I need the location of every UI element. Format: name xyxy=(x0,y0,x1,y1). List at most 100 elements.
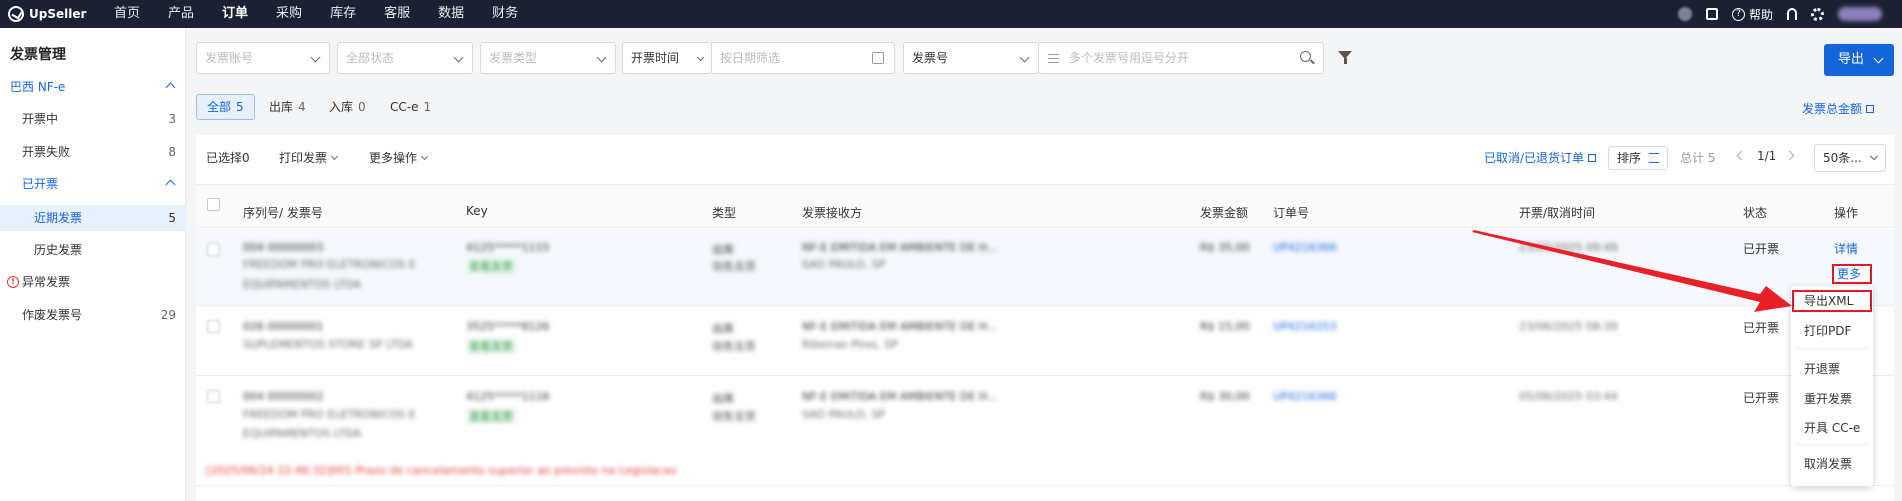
chevron-down-icon xyxy=(596,52,607,63)
sidebar-item-recent-invoices[interactable]: 近期发票 5 xyxy=(0,205,186,231)
issuer-company: SUPLEMENTOS STORE SP LTDA xyxy=(243,338,413,351)
nav-item-finance[interactable]: 财务 xyxy=(478,0,532,28)
sidebar: 发票管理 巴西 NF-e 开票中 3 开票失败 8 已开票 近期发票 5 历史发… xyxy=(0,28,186,501)
order-number-link[interactable]: UP4216253 xyxy=(1273,320,1337,333)
search-field-value: 发票号 xyxy=(912,51,949,65)
order-number-link[interactable]: UP4216366 xyxy=(1273,390,1337,403)
bell-icon[interactable] xyxy=(1787,8,1797,20)
account-select[interactable]: 发票账号 xyxy=(196,42,330,74)
column-header-actions: 操作 xyxy=(1834,206,1859,220)
print-invoice-dropdown[interactable]: 打印发票 xyxy=(279,149,339,166)
date-placeholder: 按日期筛选 xyxy=(720,51,781,65)
search-icon[interactable] xyxy=(1300,51,1311,62)
sidebar-item-count: 8 xyxy=(168,145,176,159)
sort-label: 排序 xyxy=(1617,151,1642,165)
row-checkbox[interactable] xyxy=(207,390,220,403)
tab-label: 出库 xyxy=(269,100,294,114)
issuer-company-line2: EQUIPAMENTOS LTDA xyxy=(243,278,362,291)
cancelled-orders-link[interactable]: 已取消/已退货订单 xyxy=(1484,149,1597,166)
sidebar-item-failed[interactable]: 开票失败 8 xyxy=(0,139,186,165)
time-type-select[interactable]: 开票时间 xyxy=(622,42,712,74)
detail-link[interactable]: 详情 xyxy=(1834,240,1858,257)
menu-item-cancel-invoice[interactable]: 取消发票 xyxy=(1791,453,1873,475)
order-number-link[interactable]: UP4216366 xyxy=(1273,241,1337,254)
issuer-company: FREEDOM PRO ELETRONICOS E xyxy=(243,408,416,421)
nav-item-orders[interactable]: 订单 xyxy=(208,0,262,28)
date-range-input[interactable]: 按日期筛选 xyxy=(711,42,895,74)
account-placeholder: 发票账号 xyxy=(205,51,254,65)
chevron-up-icon xyxy=(165,179,176,190)
nav-item-purchase[interactable]: 采购 xyxy=(262,0,316,28)
search-field-select[interactable]: 发票号 xyxy=(903,42,1039,74)
menu-item-return-invoice[interactable]: 开退票 xyxy=(1791,358,1873,380)
more-actions-button[interactable]: 更多 xyxy=(1832,264,1872,293)
status-select[interactable]: 全部状态 xyxy=(337,42,473,74)
more-operations-dropdown[interactable]: 更多操作 xyxy=(369,149,429,166)
tab-all[interactable]: 全部 5 xyxy=(196,94,255,120)
menu-item-print-pdf[interactable]: 打印PDF xyxy=(1791,320,1873,342)
chevron-down-icon xyxy=(696,53,705,62)
invoice-amount: R$ 30,00 xyxy=(1200,390,1250,403)
apps-grid-icon[interactable] xyxy=(1705,8,1718,20)
total-amount-link[interactable]: 发票总金额 xyxy=(1802,100,1875,117)
column-header-type: 类型 xyxy=(712,206,737,220)
sidebar-item-issuing[interactable]: 开票中 3 xyxy=(0,106,186,132)
sidebar-item-voided[interactable]: 作废发票号 29 xyxy=(0,302,186,328)
page-size-select[interactable]: 50条... xyxy=(1814,144,1886,172)
sidebar-group-brazil-nfe[interactable]: 巴西 NF-e xyxy=(0,74,186,100)
nav-item-data[interactable]: 数据 xyxy=(424,0,478,28)
annotation-arrow xyxy=(1472,230,1792,312)
menu-divider xyxy=(1797,444,1867,445)
export-button[interactable]: 导出 xyxy=(1824,44,1894,76)
sidebar-item-label: 开票中 xyxy=(22,112,59,126)
row-checkbox[interactable] xyxy=(207,243,220,256)
tab-inbound[interactable]: 入库 0 xyxy=(318,94,377,120)
nav-item-customer-service[interactable]: 客服 xyxy=(370,0,424,28)
menu-item-export-xml[interactable]: 导出XML xyxy=(1792,290,1872,312)
sidebar-item-label: 作废发票号 xyxy=(22,308,83,322)
sidebar-item-count: 5 xyxy=(168,211,176,225)
help-button[interactable]: ? 帮助 xyxy=(1731,6,1773,23)
sidebar-item-count: 29 xyxy=(160,308,176,322)
nav-item-products[interactable]: 产品 xyxy=(154,0,208,28)
menu-item-reissue-invoice[interactable]: 重开发票 xyxy=(1791,388,1873,410)
tab-count: 1 xyxy=(423,100,432,114)
column-header-time: 开票/取消时间 xyxy=(1519,206,1596,220)
more-ops-label: 更多操作 xyxy=(369,151,418,165)
filter-funnel-icon[interactable] xyxy=(1338,51,1352,64)
invoice-type-select[interactable]: 发票类型 xyxy=(480,42,616,74)
gear-icon[interactable] xyxy=(1811,7,1824,21)
user-account-menu[interactable] xyxy=(1838,7,1882,21)
sort-button[interactable]: 排序 xyxy=(1608,146,1668,170)
page-indicator: 1/1 xyxy=(1757,149,1777,163)
sidebar-item-abnormal[interactable]: ! 异常发票 xyxy=(0,269,186,295)
menu-divider xyxy=(1797,348,1867,349)
column-header-amount: 发票金额 xyxy=(1200,206,1249,220)
cancelled-orders-label: 已取消/已退货订单 xyxy=(1484,151,1585,165)
upseller-logo-icon xyxy=(8,6,24,22)
sidebar-item-label: 异常发票 xyxy=(22,275,71,289)
sidebar-item-history-invoices[interactable]: 历史发票 xyxy=(0,237,186,263)
row-checkbox[interactable] xyxy=(207,320,220,333)
sidebar-item-label: 开票失败 xyxy=(22,145,71,159)
help-label: 帮助 xyxy=(1748,7,1773,22)
invoice-type: 出库 xyxy=(712,392,734,405)
sidebar-group-label: 已开票 xyxy=(22,177,59,191)
tab-count: 5 xyxy=(236,100,244,114)
select-all-checkbox[interactable] xyxy=(207,198,220,211)
nav-item-home[interactable]: 首页 xyxy=(100,0,154,28)
sidebar-group-issued[interactable]: 已开票 xyxy=(0,171,186,197)
external-link-icon xyxy=(1866,105,1875,113)
total-amount-label: 发票总金额 xyxy=(1802,102,1863,116)
shop-avatar-icon[interactable] xyxy=(1677,7,1692,21)
menu-item-issue-cce[interactable]: 开具 CC-e xyxy=(1791,417,1873,439)
chevron-up-icon xyxy=(165,82,176,93)
invoice-number-search-input[interactable]: 多个发票号用逗号分开 xyxy=(1038,42,1324,74)
tab-count: 0 xyxy=(358,100,366,114)
tab-cce[interactable]: CC-e 1 xyxy=(379,94,442,120)
invoice-amount: R$ 35,00 xyxy=(1200,241,1250,254)
brand-logo[interactable]: UpSeller xyxy=(8,6,100,22)
chevron-down-icon xyxy=(1873,53,1884,64)
nav-item-inventory[interactable]: 库存 xyxy=(316,0,370,28)
tab-outbound[interactable]: 出库 4 xyxy=(258,94,317,120)
